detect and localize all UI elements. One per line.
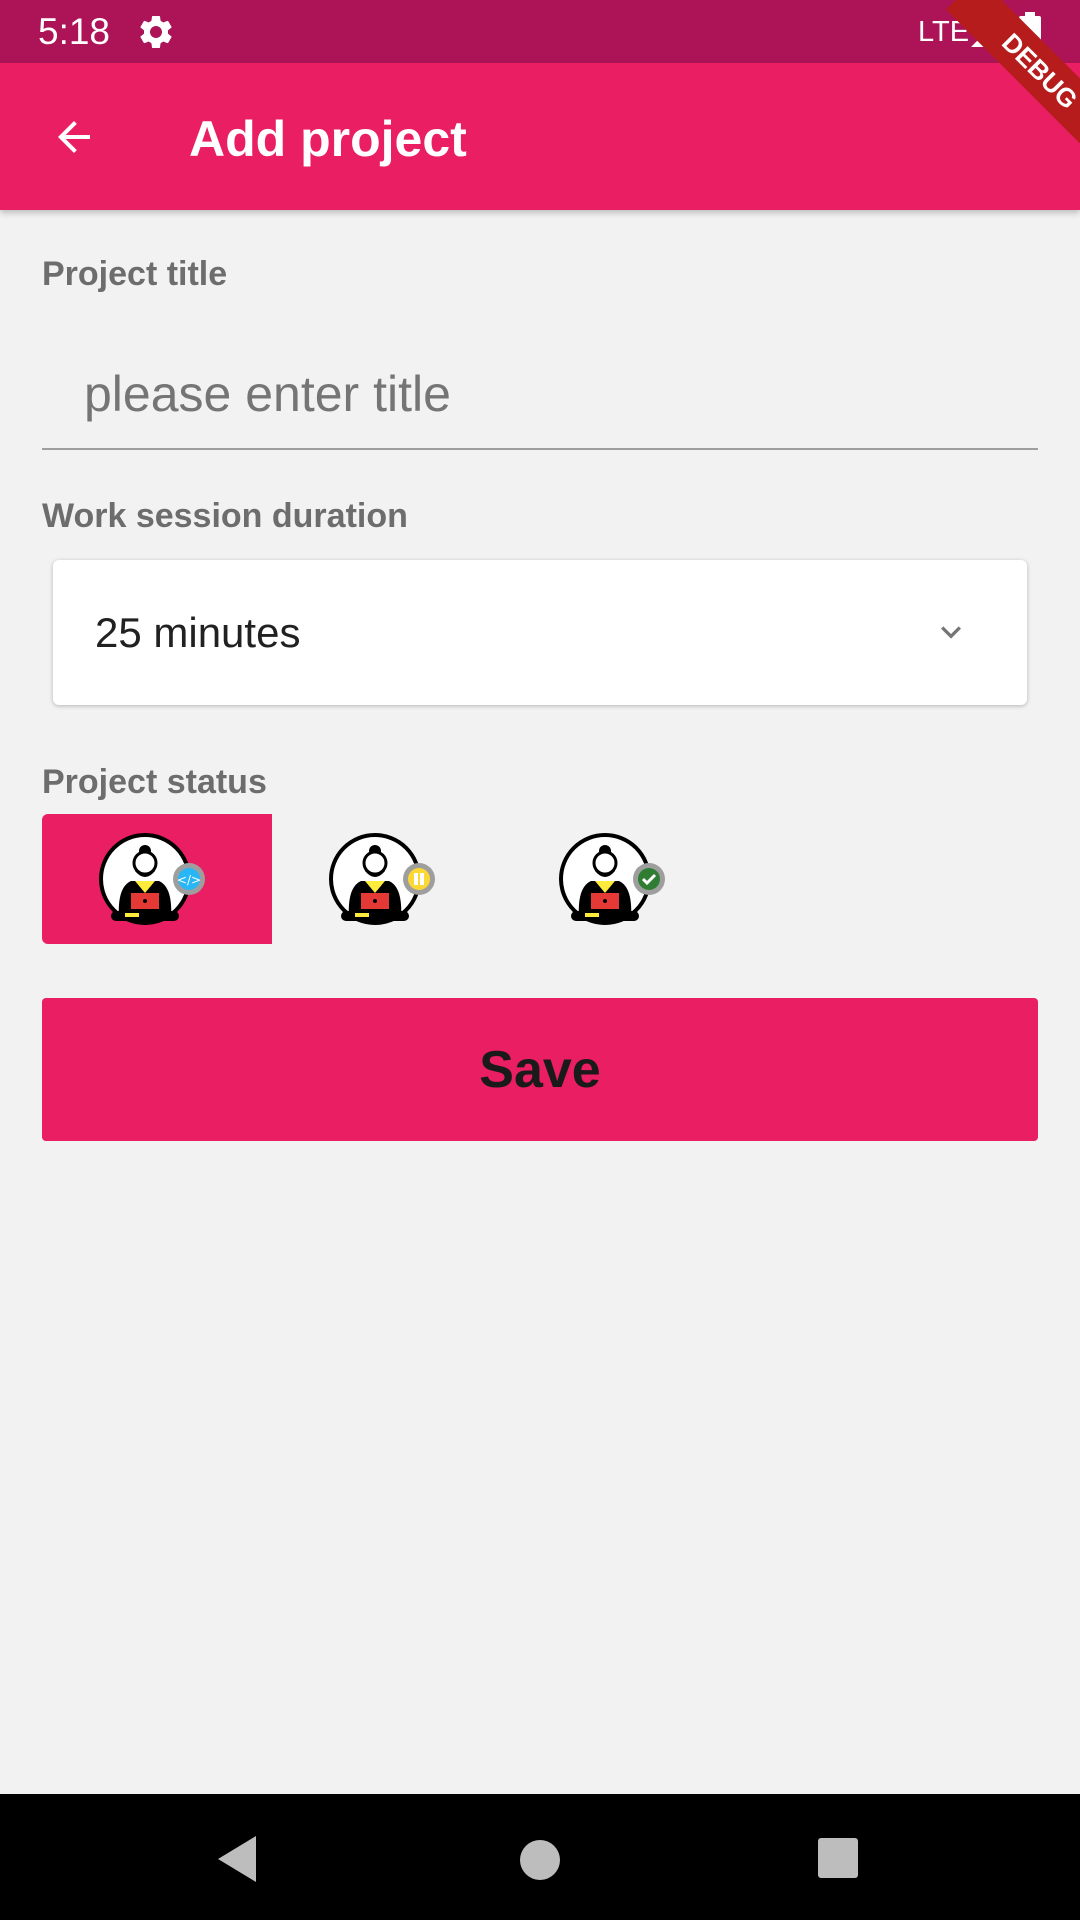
svg-text:</>: </> xyxy=(177,873,201,887)
project-title-input[interactable] xyxy=(42,340,1038,450)
battery-icon xyxy=(1019,12,1041,52)
nav-back-icon[interactable] xyxy=(216,1834,260,1884)
network-type: LTE xyxy=(918,16,970,48)
back-button[interactable] xyxy=(38,107,110,167)
duration-label: Work session duration xyxy=(42,497,408,535)
arrow-back-icon xyxy=(58,121,90,153)
monk-completed-icon xyxy=(559,833,665,925)
monk-paused-icon xyxy=(329,833,435,925)
app-bar: Add project xyxy=(0,63,1080,210)
project-status-label: Project status xyxy=(42,763,267,801)
navigation-bar xyxy=(0,1794,1080,1920)
chevron-down-icon xyxy=(929,612,973,652)
save-button[interactable]: Save xyxy=(42,998,1038,1141)
status-bar: 5:18 LTE xyxy=(0,0,1080,63)
status-option-completed[interactable] xyxy=(502,814,732,944)
monk-coding-icon: </> xyxy=(99,833,205,925)
nav-home-icon[interactable] xyxy=(518,1838,562,1882)
status-option-in-progress[interactable]: </> xyxy=(42,814,272,944)
status-time: 5:18 xyxy=(38,11,111,52)
duration-dropdown[interactable]: 25 minutes xyxy=(53,560,1027,705)
status-option-paused[interactable] xyxy=(272,814,502,944)
signal-icon xyxy=(968,14,1004,50)
page-title: Add project xyxy=(189,111,467,167)
duration-selected-value: 25 minutes xyxy=(95,609,301,656)
project-status-selector: </> xyxy=(42,814,732,944)
gear-icon xyxy=(136,12,176,52)
nav-recents-icon[interactable] xyxy=(818,1838,858,1878)
project-title-label: Project title xyxy=(42,255,228,293)
